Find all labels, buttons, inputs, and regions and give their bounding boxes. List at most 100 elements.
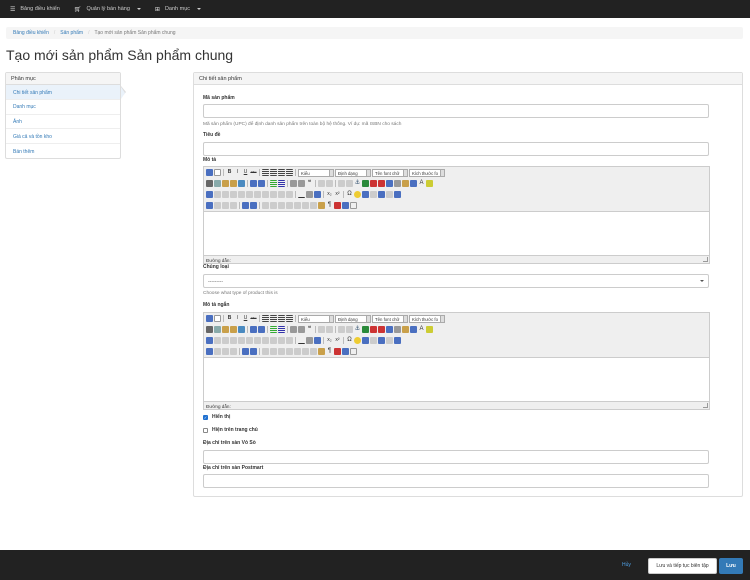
sku-input[interactable] [203,104,709,118]
emoticon-icon[interactable] [354,191,361,198]
special-char-icon[interactable]: Ω [346,337,353,344]
align-center-icon[interactable] [270,315,277,322]
blockquote-icon[interactable]: ❝ [306,326,313,333]
homepage-checkbox-row[interactable]: Hiện trên trang chủ [203,427,258,433]
style-dropdown[interactable]: Kiểu [298,314,334,323]
move-forward-icon[interactable] [214,202,221,209]
row-props-icon[interactable] [214,191,221,198]
styleprops-icon[interactable] [242,348,249,355]
insert-row-after-icon[interactable] [238,337,245,344]
save-icon[interactable] [206,169,213,176]
paste-text-icon[interactable] [230,326,237,333]
bullet-list-icon[interactable] [270,326,277,333]
cleanup-icon[interactable] [370,326,377,333]
ins-icon[interactable] [294,202,301,209]
youtube-icon[interactable] [378,326,385,333]
media-icon[interactable] [362,337,369,344]
section-product-details[interactable]: Chi tiết sản phẩm [6,85,126,100]
insert-layer-icon[interactable] [206,202,213,209]
ins-icon[interactable] [294,348,301,355]
voso-address-input[interactable] [203,450,709,464]
numbered-list-icon[interactable] [278,180,285,187]
save-icon[interactable] [206,315,213,322]
find-icon[interactable] [250,180,257,187]
insert-col-after-icon[interactable] [262,191,269,198]
paste-word-icon[interactable] [238,180,245,187]
italic-button[interactable]: I [234,169,241,176]
subscript-icon[interactable]: x₂ [326,337,333,344]
align-left-icon[interactable] [262,169,269,176]
text-color-icon[interactable]: A [418,326,425,333]
paste-word-icon[interactable] [238,326,245,333]
new-document-icon[interactable] [214,169,221,176]
remove-format-icon[interactable] [306,337,313,344]
postmart-address-input[interactable] [203,474,709,488]
preview-icon[interactable] [410,326,417,333]
attribs-icon[interactable] [302,348,309,355]
non-breaking-icon[interactable] [350,202,357,209]
insert-date-icon[interactable] [402,180,409,187]
nav-sales[interactable]: 🛒︎ Quản lý bán hàng [74,6,141,13]
image-icon[interactable] [362,326,369,333]
template-icon[interactable] [318,348,325,355]
del-icon[interactable] [286,348,293,355]
pilcrow-icon[interactable]: ¶ [326,348,333,355]
cut-icon[interactable] [206,326,213,333]
bold-button[interactable]: B [226,169,233,176]
section-categories[interactable]: Danh mục [6,100,120,115]
insert-col-before-icon[interactable] [254,337,261,344]
insert-layer-icon[interactable] [206,348,213,355]
spellcheck-icon[interactable] [250,202,257,209]
align-justify-icon[interactable] [286,169,293,176]
paste-text-icon[interactable] [230,180,237,187]
link-icon[interactable] [338,326,345,333]
insert-row-before-icon[interactable] [230,191,237,198]
visual-chars-icon[interactable] [310,202,317,209]
italic-button[interactable]: I [234,315,241,322]
replace-icon[interactable] [258,326,265,333]
section-upsells[interactable]: Bán thêm [6,144,120,159]
non-breaking-icon[interactable] [350,348,357,355]
outdent-icon[interactable] [290,326,297,333]
insert-date-icon[interactable] [402,326,409,333]
cleanup-icon[interactable] [370,180,377,187]
del-icon[interactable] [286,202,293,209]
horizontal-rule-icon[interactable] [298,337,305,344]
abbr-icon[interactable] [270,202,277,209]
restore-draft-icon[interactable] [342,348,349,355]
anchor-icon[interactable]: ⚓ [354,180,361,187]
ltr-icon[interactable] [378,191,385,198]
preview-icon[interactable] [410,180,417,187]
format-dropdown[interactable]: Định dạng [335,168,371,177]
breadcrumb-dashboard[interactable]: Bảng điều khiển [13,30,49,36]
redo-icon[interactable] [326,326,333,333]
underline-button[interactable]: U [242,315,249,322]
breadcrumb-products[interactable]: Sản phẩm [60,30,83,36]
split-cells-icon[interactable] [278,191,285,198]
show-checkbox-row[interactable]: ✓ Hiển thị [203,414,230,420]
insert-col-after-icon[interactable] [262,337,269,344]
strikethrough-button[interactable]: ABC [250,315,257,322]
fullscreen-icon[interactable] [394,191,401,198]
delete-col-icon[interactable] [270,337,277,344]
size-dropdown[interactable]: Kích thước fo [409,168,445,177]
copy-icon[interactable] [214,326,221,333]
strikethrough-button[interactable]: ABC [250,169,257,176]
cut-icon[interactable] [206,180,213,187]
replace-icon[interactable] [258,180,265,187]
table-icon[interactable] [206,337,213,344]
special-char-icon[interactable]: Ω [346,191,353,198]
remove-format-icon[interactable] [306,191,313,198]
insert-col-before-icon[interactable] [254,191,261,198]
ltr-icon[interactable] [378,337,385,344]
delete-col-icon[interactable] [270,191,277,198]
format-dropdown[interactable]: Định dạng [335,314,371,323]
cell-props-icon[interactable] [222,337,229,344]
nav-catalogue[interactable]: ⊞ Danh mục [155,6,202,13]
emoticon-icon[interactable] [354,337,361,344]
split-cells-icon[interactable] [278,337,285,344]
unlink-icon[interactable] [346,326,353,333]
move-forward-icon[interactable] [214,348,221,355]
nav-dashboard[interactable]: ☰ Bảng điều khiển [10,6,60,13]
cite-icon[interactable] [262,348,269,355]
